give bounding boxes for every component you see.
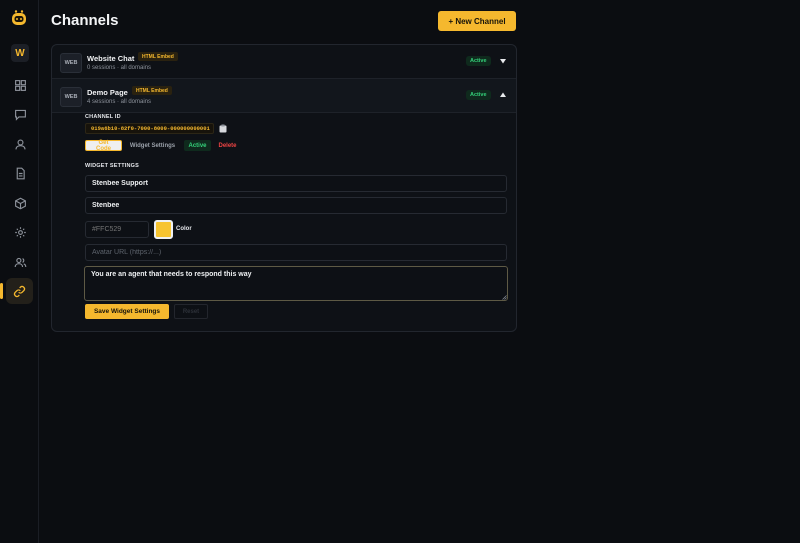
widget-settings-label: WIDGET SETTINGS bbox=[85, 163, 140, 169]
widget-title-input[interactable] bbox=[85, 175, 507, 192]
channel-name: Demo Page bbox=[87, 88, 128, 97]
channel-row[interactable]: WEB Website Chat HTML Embed 0 sessions ·… bbox=[52, 45, 516, 79]
get-code-button[interactable]: Get Code bbox=[85, 140, 122, 152]
web-badge: WEB bbox=[60, 53, 82, 73]
sidebar: W bbox=[0, 0, 39, 543]
reset-button[interactable]: Reset bbox=[174, 304, 208, 319]
embed-type-tag: HTML Embed bbox=[132, 86, 172, 95]
chevron-down-icon[interactable] bbox=[499, 57, 507, 65]
link-icon[interactable] bbox=[0, 278, 33, 304]
active-toggle[interactable]: Active bbox=[184, 140, 211, 151]
dashboard-icon[interactable] bbox=[8, 73, 32, 97]
avatar-url-input[interactable] bbox=[85, 244, 507, 261]
status-badge: Active bbox=[466, 56, 491, 66]
channel-row[interactable]: WEB Demo Page HTML Embed 4 sessions · al… bbox=[52, 79, 516, 113]
resize-handle-icon[interactable] bbox=[502, 295, 507, 300]
page-title: Channels bbox=[51, 12, 119, 29]
color-label: Color bbox=[176, 226, 192, 232]
widget-name-input[interactable] bbox=[85, 197, 507, 214]
logo-icon[interactable] bbox=[10, 9, 28, 27]
channels-panel: WEB Website Chat HTML Embed 0 sessions ·… bbox=[51, 44, 517, 332]
channel-subtitle: 4 sessions · all domains bbox=[87, 99, 152, 105]
channel-subtitle: 0 sessions · all domains bbox=[87, 65, 152, 71]
new-channel-button[interactable]: + New Channel bbox=[438, 11, 516, 31]
web-badge: WEB bbox=[60, 87, 82, 107]
system-prompt-textarea[interactable]: You are an agent that needs to respond t… bbox=[84, 266, 508, 301]
clipboard-icon[interactable] bbox=[219, 124, 227, 133]
embed-type-tag: HTML Embed bbox=[138, 52, 178, 61]
status-badge: Active bbox=[466, 90, 491, 100]
chat-icon[interactable] bbox=[8, 102, 32, 126]
color-hex-input[interactable] bbox=[85, 221, 149, 238]
channel-name: Website Chat bbox=[87, 54, 135, 63]
user-icon[interactable] bbox=[8, 132, 32, 156]
chevron-up-icon[interactable] bbox=[499, 91, 507, 99]
users-icon[interactable] bbox=[8, 250, 32, 274]
color-swatch[interactable] bbox=[154, 220, 173, 239]
channel-id-value: 019a6b10-82f0-7000-8000-000000000001 bbox=[85, 123, 214, 134]
workspace-avatar[interactable]: W bbox=[11, 44, 29, 62]
document-icon[interactable] bbox=[8, 161, 32, 185]
tab-widget-settings[interactable]: Widget Settings bbox=[128, 140, 177, 151]
cube-icon[interactable] bbox=[8, 191, 32, 215]
channel-id-label: CHANNEL ID bbox=[85, 114, 121, 120]
delete-button[interactable]: Delete bbox=[215, 140, 240, 151]
gear-icon[interactable] bbox=[8, 220, 32, 244]
save-widget-settings-button[interactable]: Save Widget Settings bbox=[85, 304, 169, 319]
